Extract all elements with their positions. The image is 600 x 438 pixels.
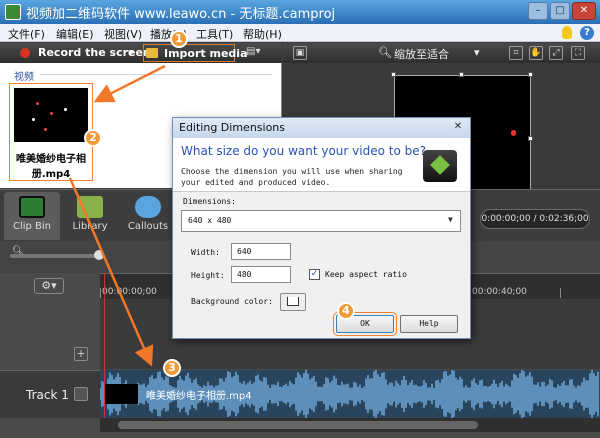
- minimize-button[interactable]: –: [528, 2, 548, 20]
- app-icon: [5, 4, 21, 20]
- zoom-label: 缩放至适合: [394, 48, 449, 61]
- main-toolbar: Record the screen ▾ Import media ▤▾: [0, 43, 282, 63]
- tab-callouts[interactable]: Callouts: [120, 192, 176, 240]
- dimensions-value: 640 x 480: [188, 216, 232, 225]
- zoom-dropdown[interactable]: 🔍︎ 缩放至适合 ▾: [378, 45, 484, 61]
- height-label: Height:: [191, 271, 225, 280]
- track-clip[interactable]: 唯美婚纱电子相册.mp4: [100, 370, 600, 418]
- width-label: Width:: [191, 248, 220, 257]
- callout-icon: [135, 196, 161, 218]
- add-track-icon[interactable]: +: [74, 347, 88, 361]
- callout-badge-2: 2: [84, 129, 102, 147]
- clip-thumbnail: [14, 88, 88, 142]
- chevron-down-icon: ▼: [448, 215, 453, 224]
- slider-knob[interactable]: [94, 250, 104, 260]
- scrollbar-thumb[interactable]: [118, 421, 478, 429]
- menu-file[interactable]: 文件(F): [8, 26, 45, 42]
- ruler-label: 00:00:00;00: [102, 287, 157, 297]
- tab-label: Clip Bin: [12, 221, 52, 232]
- tab-label: Callouts: [127, 221, 169, 232]
- resize-handle[interactable]: [528, 72, 533, 77]
- canvas-options-icon[interactable]: ▣: [293, 46, 307, 60]
- dialog-subtitle: Choose the dimension you will use when s…: [181, 167, 403, 187]
- help-icon[interactable]: ?: [580, 26, 594, 40]
- maximize-button[interactable]: □: [550, 2, 570, 20]
- close-icon[interactable]: ✕: [452, 121, 464, 133]
- gear-icon[interactable]: ⚙▾: [34, 278, 64, 294]
- resize-handle[interactable]: [391, 72, 396, 77]
- menu-help[interactable]: 帮助(H): [243, 26, 282, 42]
- help-button[interactable]: Help: [400, 315, 458, 333]
- menu-bar: 文件(F) 编辑(E) 视图(V) 播放(P) 工具(T) 帮助(H) ?: [0, 24, 600, 42]
- fit-icon[interactable]: ⤢: [549, 46, 563, 60]
- import-label: Import media: [164, 47, 248, 60]
- menu-view[interactable]: 视图(V): [104, 26, 142, 42]
- menu-edit[interactable]: 编辑(E): [56, 26, 94, 42]
- playhead[interactable]: [104, 273, 105, 418]
- timeline-zoom-slider[interactable]: [10, 250, 104, 260]
- track-clip-name: 唯美婚纱电子相册.mp4: [146, 391, 252, 402]
- menu-tools[interactable]: 工具(T): [196, 26, 233, 42]
- title-bar: 视频加二维码软件 www.leawo.cn - 无标题.camproj – □ …: [0, 0, 600, 24]
- pan-hand-icon[interactable]: ✋: [529, 46, 543, 60]
- record-screen-button[interactable]: Record the screen ▾: [6, 45, 151, 61]
- clip-name: 唯美婚纱电子相册.mp4: [16, 154, 86, 180]
- close-button[interactable]: ✕: [572, 2, 596, 20]
- preview-toolbar: ▣ 🔍︎ 缩放至适合 ▾ ⌗ ✋ ⤢ ⛶: [283, 43, 600, 63]
- dimensions-label: Dimensions:: [183, 197, 236, 206]
- resize-handle[interactable]: [459, 72, 464, 77]
- dialog-title: Editing Dimensions: [179, 121, 286, 134]
- section-label: 视频: [14, 72, 34, 83]
- resize-handle[interactable]: [528, 136, 533, 141]
- ruler-label: 00:00:40;00: [472, 287, 527, 297]
- dialog-title-bar: Editing Dimensions ✕: [173, 118, 470, 138]
- width-field[interactable]: 640: [231, 243, 291, 260]
- film-icon: [19, 196, 45, 218]
- dimensions-select[interactable]: 640 x 480 ▼: [181, 210, 461, 232]
- editing-dimensions-dialog: Editing Dimensions ✕ What size do you wa…: [172, 117, 471, 339]
- tab-library[interactable]: Library: [62, 192, 118, 240]
- fullscreen-icon[interactable]: ⛶: [571, 46, 585, 60]
- dialog-question: What size do you want your video to be?: [181, 144, 426, 158]
- canvas-particle: [511, 130, 516, 136]
- callout-badge-1: 1: [170, 30, 188, 48]
- height-field[interactable]: 480: [231, 266, 291, 283]
- section-divider: [40, 74, 272, 75]
- track-label: Track 1: [26, 388, 69, 402]
- timeline-scrollbar[interactable]: [100, 418, 600, 432]
- record-icon: [20, 48, 30, 58]
- lightbulb-icon[interactable]: [562, 26, 572, 39]
- dimensions-icon: [423, 150, 457, 182]
- background-color-button[interactable]: [280, 293, 306, 311]
- window-title: 视频加二维码软件 www.leawo.cn - 无标题.camproj: [26, 7, 336, 22]
- chevron-down-icon[interactable]: ▾: [128, 46, 134, 59]
- track-header: Track 1: [0, 370, 100, 418]
- callout-badge-4: 4: [337, 302, 355, 320]
- track-clip-thumbnail: [104, 384, 138, 404]
- tab-clip-bin[interactable]: Clip Bin: [4, 192, 60, 240]
- library-icon: [77, 196, 103, 218]
- tab-label: Library: [72, 221, 108, 232]
- lock-icon[interactable]: [74, 387, 88, 401]
- import-media-button[interactable]: Import media: [143, 44, 248, 62]
- dialog-header: What size do you want your video to be? …: [173, 138, 470, 192]
- callout-badge-3: 3: [163, 359, 181, 377]
- keep-aspect-checkbox[interactable]: ✓: [309, 269, 320, 280]
- keep-aspect-label: Keep aspect ratio: [325, 270, 407, 279]
- folder-icon: [146, 48, 158, 58]
- background-color-label: Background color:: [191, 297, 273, 306]
- view-options-icon[interactable]: ▤▾: [246, 46, 270, 60]
- time-display: 0:00:00;00 / 0:02:36;00: [480, 209, 590, 229]
- crop-icon[interactable]: ⌗: [509, 46, 523, 60]
- chevron-down-icon: ▾: [474, 46, 480, 59]
- media-clip[interactable]: 唯美婚纱电子相册.mp4: [9, 83, 93, 181]
- search-icon: 🔍︎: [378, 46, 392, 59]
- paint-bucket-icon: [287, 297, 299, 306]
